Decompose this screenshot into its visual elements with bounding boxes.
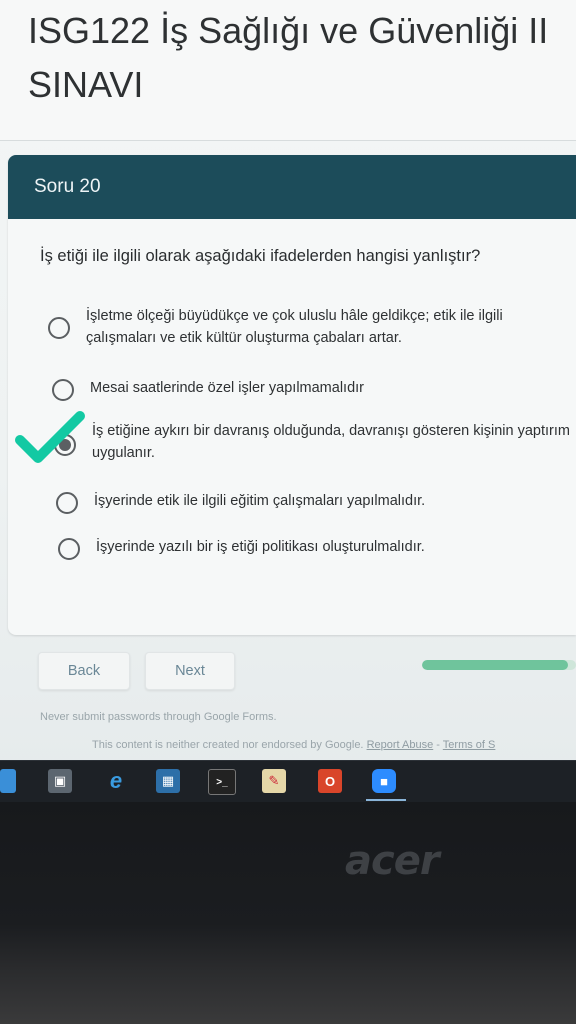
laptop-bezel [0, 802, 576, 1024]
report-abuse-link[interactable]: Report Abuse [367, 739, 434, 751]
office-icon[interactable]: O [318, 769, 342, 793]
checkmark-icon [15, 411, 85, 463]
option-2[interactable]: Mesai saatlerinde özel işler yapılmamalı… [52, 377, 576, 401]
form-title-card: ISG122 İş Sağlığı ve Güvenliği II SINAVI [0, 0, 576, 141]
disclaimer-text: This content is neither created nor endo… [92, 739, 364, 751]
option-label: İşyerinde etik ile ilgili eğitim çalışma… [94, 493, 426, 509]
progress-bar [422, 660, 576, 670]
radio-button[interactable] [56, 492, 78, 514]
option-label: İş etiğine aykırı bir davranış olduğunda… [92, 423, 570, 461]
radio-button[interactable] [52, 379, 74, 401]
option-3[interactable]: İş etiğine aykırı bir davranış olduğunda… [54, 420, 576, 464]
option-4[interactable]: İşyerinde etik ile ilgili eğitim çalışma… [56, 490, 576, 514]
edge-icon[interactable]: e [104, 768, 128, 793]
start-icon[interactable] [0, 769, 16, 793]
task-view-icon[interactable]: ▣ [48, 769, 72, 793]
paint-icon[interactable]: ✎ [262, 769, 286, 793]
next-button[interactable]: Next [145, 652, 235, 690]
terminal-icon[interactable]: >_ [208, 769, 236, 795]
question-text: İş etiği ile ilgili olarak aşağıdaki ifa… [40, 247, 481, 265]
google-disclaimer: This content is neither created nor endo… [92, 739, 495, 751]
option-1[interactable]: İşletme ölçeği büyüdükçe ve çok uluslu h… [48, 305, 576, 349]
radio-button[interactable] [58, 538, 80, 560]
taskbar: ▣ e ▦ >_ ✎ O ■ [0, 760, 576, 803]
question-number: Soru 20 [34, 176, 101, 197]
progress-fill [422, 660, 569, 670]
zoom-icon[interactable]: ■ [372, 769, 396, 793]
question-header: Soru 20 [8, 155, 576, 219]
back-button[interactable]: Back [38, 652, 130, 690]
form-title: ISG122 İş Sağlığı ve Güvenliği II SINAVI [28, 10, 549, 105]
active-app-indicator [366, 799, 406, 801]
password-warning: Never submit passwords through Google Fo… [40, 711, 277, 723]
back-button-label: Back [67, 663, 101, 679]
radio-button[interactable] [48, 317, 70, 339]
next-button-label: Next [175, 663, 205, 679]
screen: ISG122 İş Sağlığı ve Güvenliği II SINAVI… [0, 0, 576, 770]
link-separator: - [433, 739, 443, 751]
terms-link[interactable]: Terms of S [443, 739, 496, 751]
option-label: Mesai saatlerinde özel işler yapılmamalı… [90, 380, 364, 396]
option-label: İşyerinde yazılı bir iş etiği politikası… [96, 539, 425, 555]
brand-logo: acer [345, 838, 440, 884]
option-5[interactable]: İşyerinde yazılı bir iş etiği politikası… [58, 536, 576, 560]
store-icon[interactable]: ▦ [156, 769, 180, 793]
option-label: İşletme ölçeği büyüdükçe ve çok uluslu h… [86, 308, 503, 346]
